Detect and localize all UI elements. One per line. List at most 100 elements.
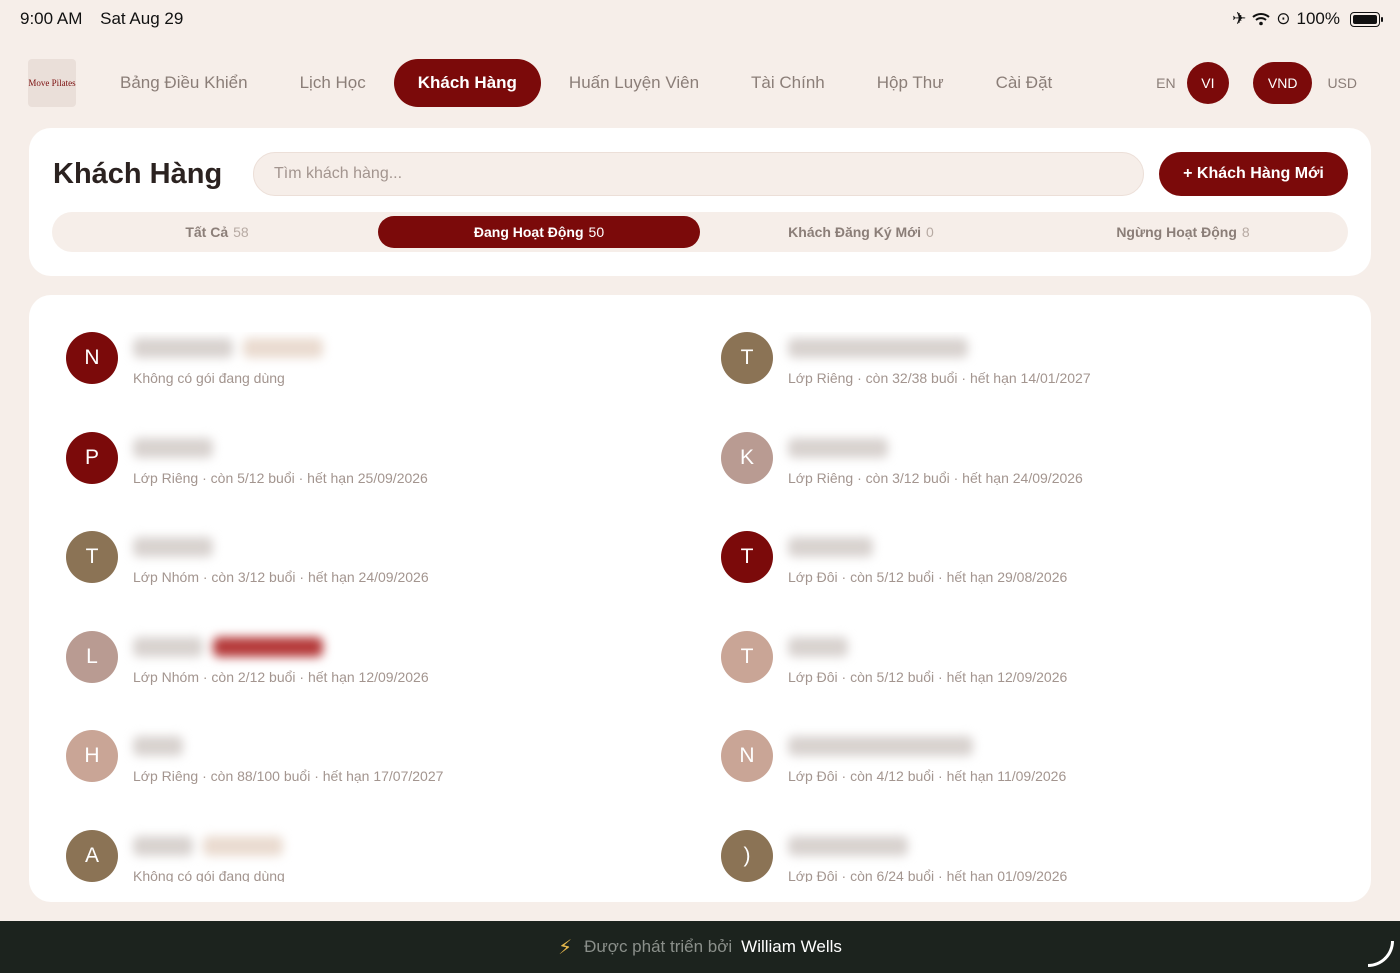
client-row[interactable]: N Không có gói đang dùng bbox=[66, 332, 721, 432]
client-name-redacted bbox=[133, 332, 323, 364]
lang-en-button[interactable]: EN bbox=[1145, 62, 1187, 104]
avatar: K bbox=[721, 431, 773, 484]
client-info: Lớp Đôi · còn 5/12 buổi · hết hạn 12/09/… bbox=[788, 631, 1067, 685]
tab-count: 8 bbox=[1241, 224, 1250, 240]
avatar: ) bbox=[721, 829, 773, 882]
client-row[interactable]: H Lớp Riêng · còn 88/100 buổi · hết hạn 1… bbox=[66, 730, 721, 830]
nav-item-finance[interactable]: Tài Chính bbox=[727, 59, 849, 107]
client-row[interactable]: A Không có gói đang dùng bbox=[66, 829, 721, 882]
client-package: Lớp Riêng · còn 5/12 buổi · hết hạn 25/0… bbox=[133, 469, 428, 486]
client-name-redacted bbox=[133, 432, 428, 464]
client-info: Lớp Đôi · còn 4/12 buổi · hết hạn 11/09/… bbox=[788, 730, 1066, 784]
client-package: Lớp Riêng · còn 88/100 buổi · hết hạn 17… bbox=[133, 768, 444, 785]
client-name-redacted bbox=[788, 432, 1083, 464]
logo-text: Move Pilates bbox=[28, 77, 76, 88]
client-name-redacted bbox=[788, 332, 1091, 364]
client-name-redacted bbox=[133, 531, 429, 563]
tab-count: 50 bbox=[588, 224, 605, 240]
new-client-button[interactable]: + Khách Hàng Mới bbox=[1159, 152, 1348, 196]
avatar: P bbox=[66, 431, 118, 484]
status-bar: 9:00 AM Sat Aug 29 ✈ ⊙ 100% bbox=[0, 0, 1400, 38]
lang-vi-button[interactable]: VI bbox=[1186, 62, 1229, 104]
nav-item-dashboard[interactable]: Bảng Điều Khiển bbox=[96, 59, 272, 107]
tab-count: 0 bbox=[926, 224, 934, 240]
clients-header-card: Khách Hàng + Khách Hàng Mới Tất Cả58 Đan… bbox=[29, 128, 1371, 276]
client-info: Không có gói đang dùng bbox=[133, 332, 323, 386]
footer: ⚡ Được phát triển bởi William Wells bbox=[0, 921, 1400, 973]
client-info: Lớp Nhóm · còn 2/12 buổi · hết hạn 12/09… bbox=[133, 631, 429, 685]
resize-handle-icon bbox=[1368, 941, 1394, 967]
status-left: 9:00 AM Sat Aug 29 bbox=[20, 9, 196, 29]
client-name-redacted bbox=[788, 631, 1067, 663]
client-info: Lớp Nhóm · còn 3/12 buổi · hết hạn 24/09… bbox=[133, 531, 429, 585]
nav-item-settings[interactable]: Cài Đặt bbox=[972, 59, 1077, 107]
avatar: N bbox=[721, 730, 773, 783]
tab-inactive[interactable]: Ngừng Hoạt Động 8 bbox=[1022, 216, 1344, 248]
client-row[interactable]: P Lớp Riêng · còn 5/12 buổi · hết hạn 25/… bbox=[66, 431, 721, 532]
tab-new[interactable]: Khách Đăng Ký Mới 0 bbox=[700, 216, 1022, 248]
client-list: N Không có gói đang dùng T Lớp Riêng · còn … bbox=[66, 332, 1334, 882]
status-time: 9:00 AM bbox=[20, 9, 83, 28]
tab-label: Khách Đăng Ký Mới bbox=[788, 224, 922, 240]
client-info: Lớp Riêng · còn 5/12 buổi · hết hạn 25/0… bbox=[133, 432, 428, 486]
avatar: L bbox=[66, 630, 118, 683]
avatar: T bbox=[66, 531, 118, 584]
footer-author[interactable]: William Wells bbox=[741, 937, 842, 957]
wifi-icon bbox=[1252, 13, 1270, 26]
client-name-redacted bbox=[133, 830, 285, 862]
client-info: Lớp Đôi · còn 6/24 buổi · hết hạn 01/09/… bbox=[788, 830, 1067, 882]
client-name-redacted bbox=[788, 531, 1067, 563]
client-name-redacted bbox=[788, 830, 1067, 862]
client-row[interactable]: T Lớp Đôi · còn 5/12 buổi · hết hạn 12/09… bbox=[721, 630, 1321, 731]
top-nav: Move Pilates Bảng Điều Khiển Lịch Học Kh… bbox=[28, 59, 1372, 107]
page-title: Khách Hàng bbox=[53, 158, 223, 190]
lightning-icon: ⚡ bbox=[558, 936, 573, 959]
client-package: Không có gói đang dùng bbox=[133, 867, 285, 882]
avatar: T bbox=[721, 332, 773, 384]
client-info: Lớp Riêng · còn 3/12 buổi · hết hạn 24/0… bbox=[788, 432, 1083, 486]
client-row[interactable]: T Lớp Đôi · còn 5/12 buổi · hết hạn 29/08… bbox=[721, 531, 1321, 631]
client-info: Không có gói đang dùng bbox=[133, 830, 285, 882]
client-name-redacted bbox=[133, 631, 429, 663]
client-row[interactable]: L Lớp Nhóm · còn 2/12 buổi · hết hạn 12/0… bbox=[66, 630, 721, 731]
tab-active[interactable]: Đang Hoạt Động 50 bbox=[378, 216, 700, 248]
client-name-redacted bbox=[133, 730, 443, 762]
currency-usd-button[interactable]: USD bbox=[1312, 62, 1372, 104]
client-row[interactable]: T Lớp Riêng · còn 32/38 buổi · hết hạn 14… bbox=[721, 332, 1321, 432]
client-row[interactable]: ) Lớp Đôi · còn 6/24 buổi · hết hạn 01/09… bbox=[721, 829, 1321, 882]
client-package: Lớp Đôi · còn 5/12 buổi · hết hạn 29/08/… bbox=[788, 569, 1068, 586]
tab-count: 58 bbox=[233, 224, 249, 240]
tab-all[interactable]: Tất Cả 58 bbox=[56, 216, 378, 248]
battery-percent: 100% bbox=[1296, 9, 1340, 28]
avatar: T bbox=[721, 531, 773, 584]
client-package: Lớp Riêng · còn 32/38 buổi · hết hạn 14/… bbox=[788, 370, 1091, 386]
tab-label: Đang Hoạt Động bbox=[473, 224, 584, 240]
nav-item-clients[interactable]: Khách Hàng bbox=[393, 59, 541, 107]
avatar: A bbox=[66, 829, 118, 882]
orientation-lock-icon: ⊙ bbox=[1276, 9, 1291, 28]
client-info: Lớp Riêng · còn 88/100 buổi · hết hạn 17… bbox=[133, 730, 443, 784]
client-name-redacted bbox=[788, 730, 1066, 762]
nav-item-inbox[interactable]: Hộp Thư bbox=[853, 59, 968, 107]
client-package: Lớp Đôi · còn 6/24 buổi · hết hạn 01/09/… bbox=[788, 867, 1068, 882]
status-right: ✈ ⊙ 100% bbox=[1232, 9, 1383, 29]
avatar: N bbox=[66, 332, 118, 384]
status-date: Sat Aug 29 bbox=[100, 9, 184, 28]
client-info: Lớp Riêng · còn 32/38 buổi · hết hạn 14/… bbox=[788, 332, 1091, 386]
client-row[interactable]: T Lớp Nhóm · còn 3/12 buổi · hết hạn 24/0… bbox=[66, 531, 721, 631]
logo[interactable]: Move Pilates bbox=[28, 59, 76, 107]
client-package: Lớp Đôi · còn 4/12 buổi · hết hạn 11/09/… bbox=[788, 768, 1067, 785]
client-row[interactable]: K Lớp Riêng · còn 3/12 buổi · hết hạn 24/… bbox=[721, 431, 1321, 532]
avatar: H bbox=[66, 730, 118, 783]
currency-vnd-button[interactable]: VND bbox=[1252, 62, 1313, 104]
client-package: Lớp Đôi · còn 5/12 buổi · hết hạn 12/09/… bbox=[788, 668, 1068, 685]
search-input[interactable] bbox=[253, 152, 1144, 196]
client-info: Lớp Đôi · còn 5/12 buổi · hết hạn 29/08/… bbox=[788, 531, 1067, 585]
tab-label: Ngừng Hoạt Động bbox=[1116, 224, 1237, 240]
client-row[interactable]: N Lớp Đôi · còn 4/12 buổi · hết hạn 11/09… bbox=[721, 730, 1321, 830]
avatar: T bbox=[721, 630, 773, 683]
nav-item-schedule[interactable]: Lịch Học bbox=[276, 59, 390, 107]
nav-item-trainers[interactable]: Huấn Luyện Viên bbox=[545, 59, 723, 107]
client-package: Lớp Nhóm · còn 2/12 buổi · hết hạn 12/09… bbox=[133, 668, 429, 685]
client-package: Không có gói đang dùng bbox=[133, 370, 285, 386]
